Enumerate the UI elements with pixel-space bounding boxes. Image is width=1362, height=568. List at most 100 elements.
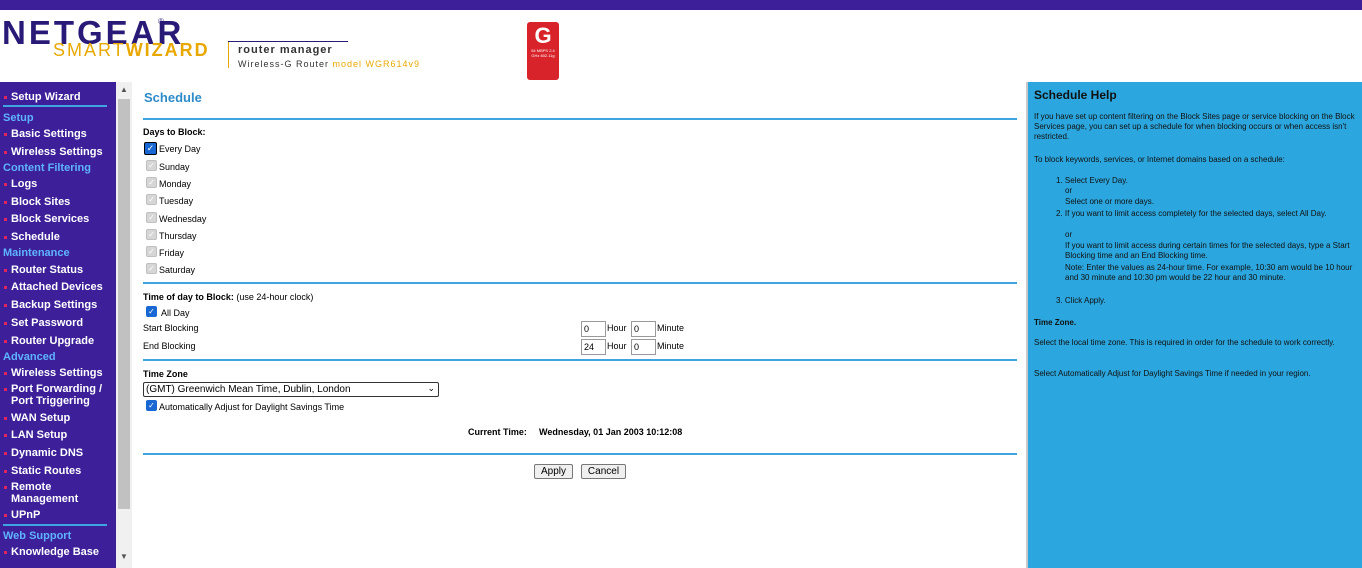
help-step: Select one or more days. xyxy=(1065,197,1154,206)
logo-divider xyxy=(228,42,229,68)
start-hour-label: Hour xyxy=(607,323,627,333)
every-day-checkbox[interactable]: ✓ xyxy=(144,142,157,155)
bullet-icon xyxy=(4,182,7,186)
sidebar-item-wan-setup[interactable]: WAN Setup xyxy=(4,412,70,424)
sidebar-item-port-triggering[interactable]: Port Triggering xyxy=(11,395,90,407)
sidebar-label: Maintenance xyxy=(3,247,70,259)
day-checkbox-tuesday[interactable]: ✓ xyxy=(146,194,157,206)
sidebar-section-maintenance: Maintenance xyxy=(3,247,70,259)
sidebar-label: Wireless Settings xyxy=(11,367,103,379)
sidebar-item-set-password[interactable]: Set Password xyxy=(4,317,83,329)
sidebar-label: Logs xyxy=(11,178,38,190)
sidebar-scrollbar[interactable]: ▲ ▼ xyxy=(116,82,132,568)
time-of-day-label: Time of day to Block: (use 24-hour clock… xyxy=(143,292,313,302)
sidebar-item-management[interactable]: Management xyxy=(11,493,78,505)
sidebar-label: Dynamic DNS xyxy=(11,447,84,459)
sidebar-item-knowledge-base[interactable]: Knowledge Base xyxy=(4,546,99,558)
help-step: or xyxy=(1065,186,1073,195)
sidebar-nav: Setup Wizard Setup Basic Settings Wireless … xyxy=(0,82,116,568)
sidebar-item-wireless-settings[interactable]: Wireless Settings xyxy=(4,367,103,379)
time-zone-label: Time Zone xyxy=(143,369,188,379)
sidebar-item-port-forwarding[interactable]: Port Forwarding / xyxy=(4,383,102,395)
time-zone-select[interactable]: (GMT) Greenwich Mean Time, Dublin, Londo… xyxy=(143,382,439,397)
sidebar-item-lan-setup[interactable]: LAN Setup xyxy=(4,429,67,441)
start-hour-input[interactable]: 0 xyxy=(581,321,606,337)
router-type: Wireless-G Router xyxy=(238,59,330,69)
days-to-block-label: Days to Block: xyxy=(143,127,206,137)
sidebar-item-attached-devices[interactable]: Attached Devices xyxy=(4,281,103,293)
sidebar-item-backup-settings[interactable]: Backup Settings xyxy=(4,299,97,311)
help-paragraph: To block keywords, services, or Internet… xyxy=(1034,155,1285,164)
sidebar-item-router-upgrade[interactable]: Router Upgrade xyxy=(4,335,94,347)
smartwizard-logo: SMARTWIZARD xyxy=(53,40,210,61)
bullet-icon xyxy=(4,217,7,221)
end-blocking-label: End Blocking xyxy=(143,341,196,351)
sidebar-label: WAN Setup xyxy=(11,412,71,424)
top-bar xyxy=(0,0,1362,10)
help-title: Schedule Help xyxy=(1034,88,1117,102)
end-minute-input[interactable]: 0 xyxy=(631,339,656,355)
sidebar-item-dynamic-dns[interactable]: Dynamic DNS xyxy=(4,447,83,459)
sidebar-item-static-routes[interactable]: Static Routes xyxy=(4,465,81,477)
bullet-icon xyxy=(4,485,7,489)
sidebar-item-schedule[interactable]: Schedule xyxy=(4,231,60,243)
day-label-sunday: Sunday xyxy=(159,162,190,172)
bullet-icon xyxy=(4,235,7,239)
sidebar-item-logs[interactable]: Logs xyxy=(4,178,37,190)
scroll-up-icon[interactable]: ▲ xyxy=(120,85,128,94)
help-panel: Schedule Help If you have set up content… xyxy=(1028,82,1362,568)
day-checkbox-thursday[interactable]: ✓ xyxy=(146,228,157,240)
every-day-label: Every Day xyxy=(159,144,201,154)
help-step: If you want to limit access during certa… xyxy=(1065,241,1350,260)
scroll-down-icon[interactable]: ▼ xyxy=(120,552,128,561)
day-checkbox-wednesday[interactable]: ✓ xyxy=(146,211,157,223)
sidebar-label: Remote xyxy=(11,481,52,493)
day-label-friday: Friday xyxy=(159,248,185,258)
start-minute-input[interactable]: 0 xyxy=(631,321,656,337)
day-checkbox-monday[interactable]: ✓ xyxy=(146,177,157,189)
sidebar-label: Setup Wizard xyxy=(11,91,81,103)
badge-sub: 54 MBPS 2.4 GHz 802.11g xyxy=(531,48,555,58)
bullet-icon xyxy=(4,469,7,473)
day-checkbox-saturday[interactable]: ✓ xyxy=(146,263,157,275)
day-checkbox-sunday[interactable]: ✓ xyxy=(146,160,157,171)
day-label-wednesday: Wednesday xyxy=(159,213,207,224)
help-step: 1. Select Every Day. xyxy=(1056,176,1128,185)
bullet-icon xyxy=(4,387,7,391)
all-day-checkbox[interactable]: ✓ xyxy=(146,306,157,317)
start-blocking-label: Start Blocking xyxy=(143,323,199,333)
sidebar-section-setup: Setup xyxy=(3,112,34,124)
end-minute-label: Minute xyxy=(657,341,685,351)
bullet-icon xyxy=(4,132,7,136)
bullet-icon xyxy=(4,150,7,154)
sidebar-label: Basic Settings xyxy=(11,128,87,140)
sidebar-item-remote[interactable]: Remote xyxy=(4,481,51,493)
sidebar-item-router-status[interactable]: Router Status xyxy=(4,264,83,276)
day-label-saturday: Saturday xyxy=(159,265,196,276)
sidebar-item-upnp[interactable]: UPnP xyxy=(4,509,40,521)
apply-button[interactable]: Apply xyxy=(534,464,573,479)
all-day-label: All Day xyxy=(161,308,190,318)
sidebar-section-advanced: Advanced xyxy=(3,351,56,363)
sidebar-section-content-filtering: Content Filtering xyxy=(3,162,91,174)
sidebar-item-block-sites[interactable]: Block Sites xyxy=(4,196,70,208)
sidebar-item-basic-settings[interactable]: Basic Settings xyxy=(4,128,87,140)
divider xyxy=(143,453,1017,455)
end-hour-input[interactable]: 24 xyxy=(581,339,606,355)
sidebar-label: Static Routes xyxy=(11,465,82,477)
dst-checkbox[interactable]: ✓ xyxy=(146,400,157,411)
cancel-button[interactable]: Cancel xyxy=(581,464,626,479)
time-note: (use 24-hour clock) xyxy=(236,292,314,302)
sidebar-item-block-services[interactable]: Block Services xyxy=(4,213,89,225)
day-label-tuesday: Tuesday xyxy=(159,196,194,207)
start-minute-label: Minute xyxy=(657,323,685,333)
scroll-thumb[interactable] xyxy=(118,99,130,509)
sidebar-label: Backup Settings xyxy=(11,299,98,311)
divider xyxy=(143,118,1017,120)
badge-letter: G xyxy=(534,23,552,48)
day-checkbox-friday[interactable]: ✓ xyxy=(146,246,157,257)
sidebar-item-wireless-settings[interactable]: Wireless Settings xyxy=(4,146,103,158)
sidebar-item-setup-wizard[interactable]: Setup Wizard xyxy=(4,91,81,103)
router-manager-label: router manager xyxy=(238,44,333,56)
bullet-icon xyxy=(4,95,7,99)
